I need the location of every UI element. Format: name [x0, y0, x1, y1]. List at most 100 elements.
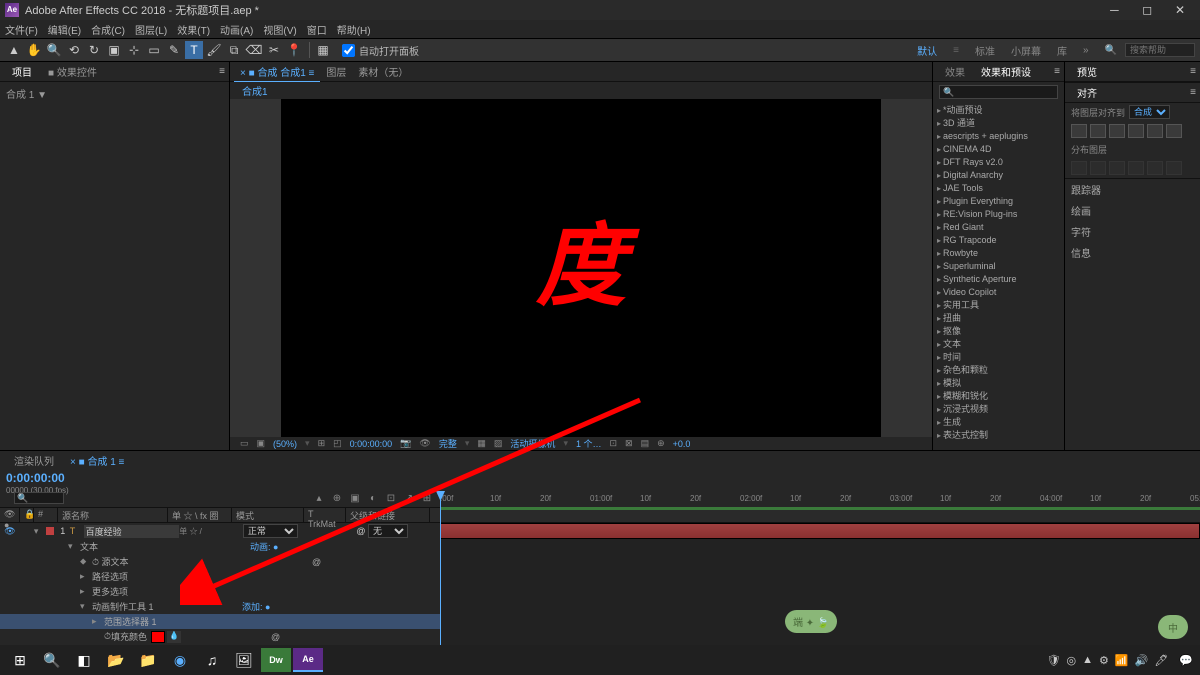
current-time-indicator[interactable] — [440, 491, 441, 659]
prop-more-options[interactable]: ▸更多选项 — [0, 584, 440, 599]
workspace-small[interactable]: 小屏幕 — [1011, 43, 1041, 58]
align-menu-icon[interactable]: ≡ — [1190, 87, 1196, 98]
fill-color-swatch[interactable] — [151, 631, 165, 643]
effect-category[interactable]: Rowbyte — [937, 247, 1060, 260]
tab-footage[interactable]: 素材（无） — [352, 62, 414, 81]
menu-edit[interactable]: 编辑(E) — [48, 22, 81, 37]
tl-btn-3[interactable]: ▣ — [347, 491, 363, 505]
taskbar-app-ae[interactable]: Ae — [293, 648, 323, 672]
menu-effect[interactable]: 效果(T) — [177, 22, 210, 37]
zoom-tool[interactable]: 🔍 — [45, 41, 63, 59]
expand-arrow[interactable]: ▾ — [34, 526, 44, 537]
effect-category[interactable]: 3D 通道 — [937, 117, 1060, 130]
effect-category[interactable]: aescripts + aeplugins — [937, 130, 1060, 143]
snap-toggle[interactable]: ▦ — [314, 41, 332, 59]
tab-layer[interactable]: 图层 — [320, 62, 352, 81]
resolution-icon[interactable]: ▣ — [257, 438, 266, 449]
effect-category[interactable]: 模糊和锐化 — [937, 390, 1060, 403]
tab-timeline-comp[interactable]: × ■ 合成 1 ≡ — [62, 451, 132, 470]
effect-category[interactable]: Plugin Everything — [937, 195, 1060, 208]
comp-sub-tab[interactable]: 合成1 — [236, 82, 274, 99]
prop-animator[interactable]: ▾动画制作工具 1添加: ● — [0, 599, 440, 614]
align-target-select[interactable]: 合成 — [1129, 105, 1170, 119]
comp-icon-d[interactable]: ⊕ — [657, 438, 665, 449]
prop-text[interactable]: ▾文本动画: ● — [0, 539, 440, 554]
tl-btn-5[interactable]: ⊡ — [383, 491, 399, 505]
paint-item[interactable]: 绘画 — [1065, 200, 1200, 221]
blend-mode[interactable]: 正常 — [243, 524, 298, 538]
roto-tool[interactable]: ✂ — [265, 41, 283, 59]
layer-switches[interactable]: 单 ☆ / — [179, 526, 243, 537]
tab-align[interactable]: 对齐 — [1069, 83, 1105, 102]
anchor-tool[interactable]: ⊹ — [125, 41, 143, 59]
effect-category[interactable]: 扭曲 — [937, 312, 1060, 325]
workspace-library[interactable]: 库 — [1057, 43, 1067, 58]
effect-category[interactable]: 沉浸式视频 — [937, 403, 1060, 416]
menu-layer[interactable]: 图层(L) — [135, 22, 167, 37]
eyedropper-icon[interactable]: 💧 — [167, 631, 181, 643]
effect-category[interactable]: 时间 — [937, 351, 1060, 364]
mask-icon[interactable]: ◰ — [333, 438, 342, 449]
taskbar-app-4[interactable]: ♫ — [197, 648, 227, 672]
tray-icon[interactable]: ◎ — [1067, 654, 1077, 667]
hand-tool[interactable]: ✋ — [25, 41, 43, 59]
tutorial-callout-2[interactable]: 中 — [1158, 615, 1188, 639]
layer-row-1[interactable]: 👁 ▾ 1 T 百度经验 单 ☆ / 正常 @ 无 — [0, 523, 440, 539]
maximize-button[interactable]: ◻ — [1132, 3, 1162, 17]
grid-icon[interactable]: ⊞ — [318, 438, 326, 449]
timeline-timecode[interactable]: 0:00:00:00 — [6, 471, 65, 485]
rotate-tool[interactable]: ↻ — [85, 41, 103, 59]
tracker-item[interactable]: 跟踪器 — [1065, 179, 1200, 200]
tutorial-callout-1[interactable]: 端 ✦ 🍃 — [785, 610, 837, 633]
tray-icon[interactable]: 📶 — [1115, 654, 1129, 667]
menu-animation[interactable]: 动画(A) — [220, 22, 253, 37]
prop-fill-color[interactable]: ⏱ 填充颜色 💧 @ — [0, 629, 440, 644]
start-button[interactable]: ⊞ — [5, 648, 35, 672]
tab-effects[interactable]: 效果 — [937, 62, 973, 81]
menu-composition[interactable]: 合成(C) — [91, 22, 125, 37]
tray-icon[interactable]: 🔊 — [1135, 654, 1149, 667]
puppet-tool[interactable]: 📍 — [285, 41, 303, 59]
camera-tool[interactable]: ▣ — [105, 41, 123, 59]
visibility-toggle[interactable]: 👁 — [0, 526, 20, 537]
tl-btn-6[interactable]: ↗ — [401, 491, 417, 505]
effects-list[interactable]: *动画预设3D 通道aescripts + aepluginsCINEMA 4D… — [933, 102, 1064, 442]
tray-icon[interactable]: ▲ — [1082, 654, 1093, 666]
tab-render-queue[interactable]: 渲染队列 — [6, 451, 62, 470]
minimize-button[interactable]: ─ — [1099, 3, 1129, 17]
col-source-name[interactable]: 源名称 — [58, 508, 168, 522]
tab-effects-presets[interactable]: 效果和预设 — [973, 62, 1039, 81]
panel-menu-icon[interactable]: ≡ — [219, 66, 225, 77]
preview-menu-icon[interactable]: ≡ — [1190, 66, 1196, 77]
pen-tool[interactable]: ✎ — [165, 41, 183, 59]
snapshot-icon[interactable]: 📷 — [400, 438, 411, 449]
align-vcenter[interactable] — [1147, 124, 1163, 138]
tab-preview[interactable]: 预览 — [1069, 62, 1105, 81]
clone-tool[interactable]: ⧉ — [225, 41, 243, 59]
effect-category[interactable]: CINEMA 4D — [937, 143, 1060, 156]
tab-project[interactable]: 项目 — [4, 62, 40, 81]
effect-category[interactable]: RE:Vision Plug-ins — [937, 208, 1060, 221]
tray-icon[interactable]: ⚙ — [1099, 654, 1109, 667]
workspace-default[interactable]: 默认 — [917, 43, 937, 58]
tl-btn-7[interactable]: ⊞ — [419, 491, 435, 505]
effect-category[interactable]: Synthetic Aperture — [937, 273, 1060, 286]
viewer-timecode[interactable]: 0:00:00:00 — [350, 439, 393, 449]
tray-icon[interactable]: 💬 — [1179, 654, 1193, 667]
menu-file[interactable]: 文件(F) — [5, 22, 38, 37]
tl-btn-4[interactable]: ◐ — [365, 491, 381, 505]
close-button[interactable]: ✕ — [1165, 3, 1195, 17]
task-view[interactable]: ◧ — [69, 648, 99, 672]
menu-window[interactable]: 窗口 — [307, 22, 327, 37]
info-item[interactable]: 信息 — [1065, 242, 1200, 263]
help-search[interactable] — [1125, 43, 1195, 57]
effect-category[interactable]: 文本 — [937, 338, 1060, 351]
effect-category[interactable]: Superluminal — [937, 260, 1060, 273]
layer-name[interactable]: 百度经验 — [84, 525, 180, 538]
effects-search[interactable] — [939, 85, 1058, 99]
effect-category[interactable]: Red Giant — [937, 221, 1060, 234]
effect-category[interactable]: Video Copilot — [937, 286, 1060, 299]
tl-btn-2[interactable]: ⊕ — [329, 491, 345, 505]
taskbar-app-6[interactable]: Dw — [261, 648, 291, 672]
prop-range-selector[interactable]: ▸范围选择器 1 — [0, 614, 440, 629]
